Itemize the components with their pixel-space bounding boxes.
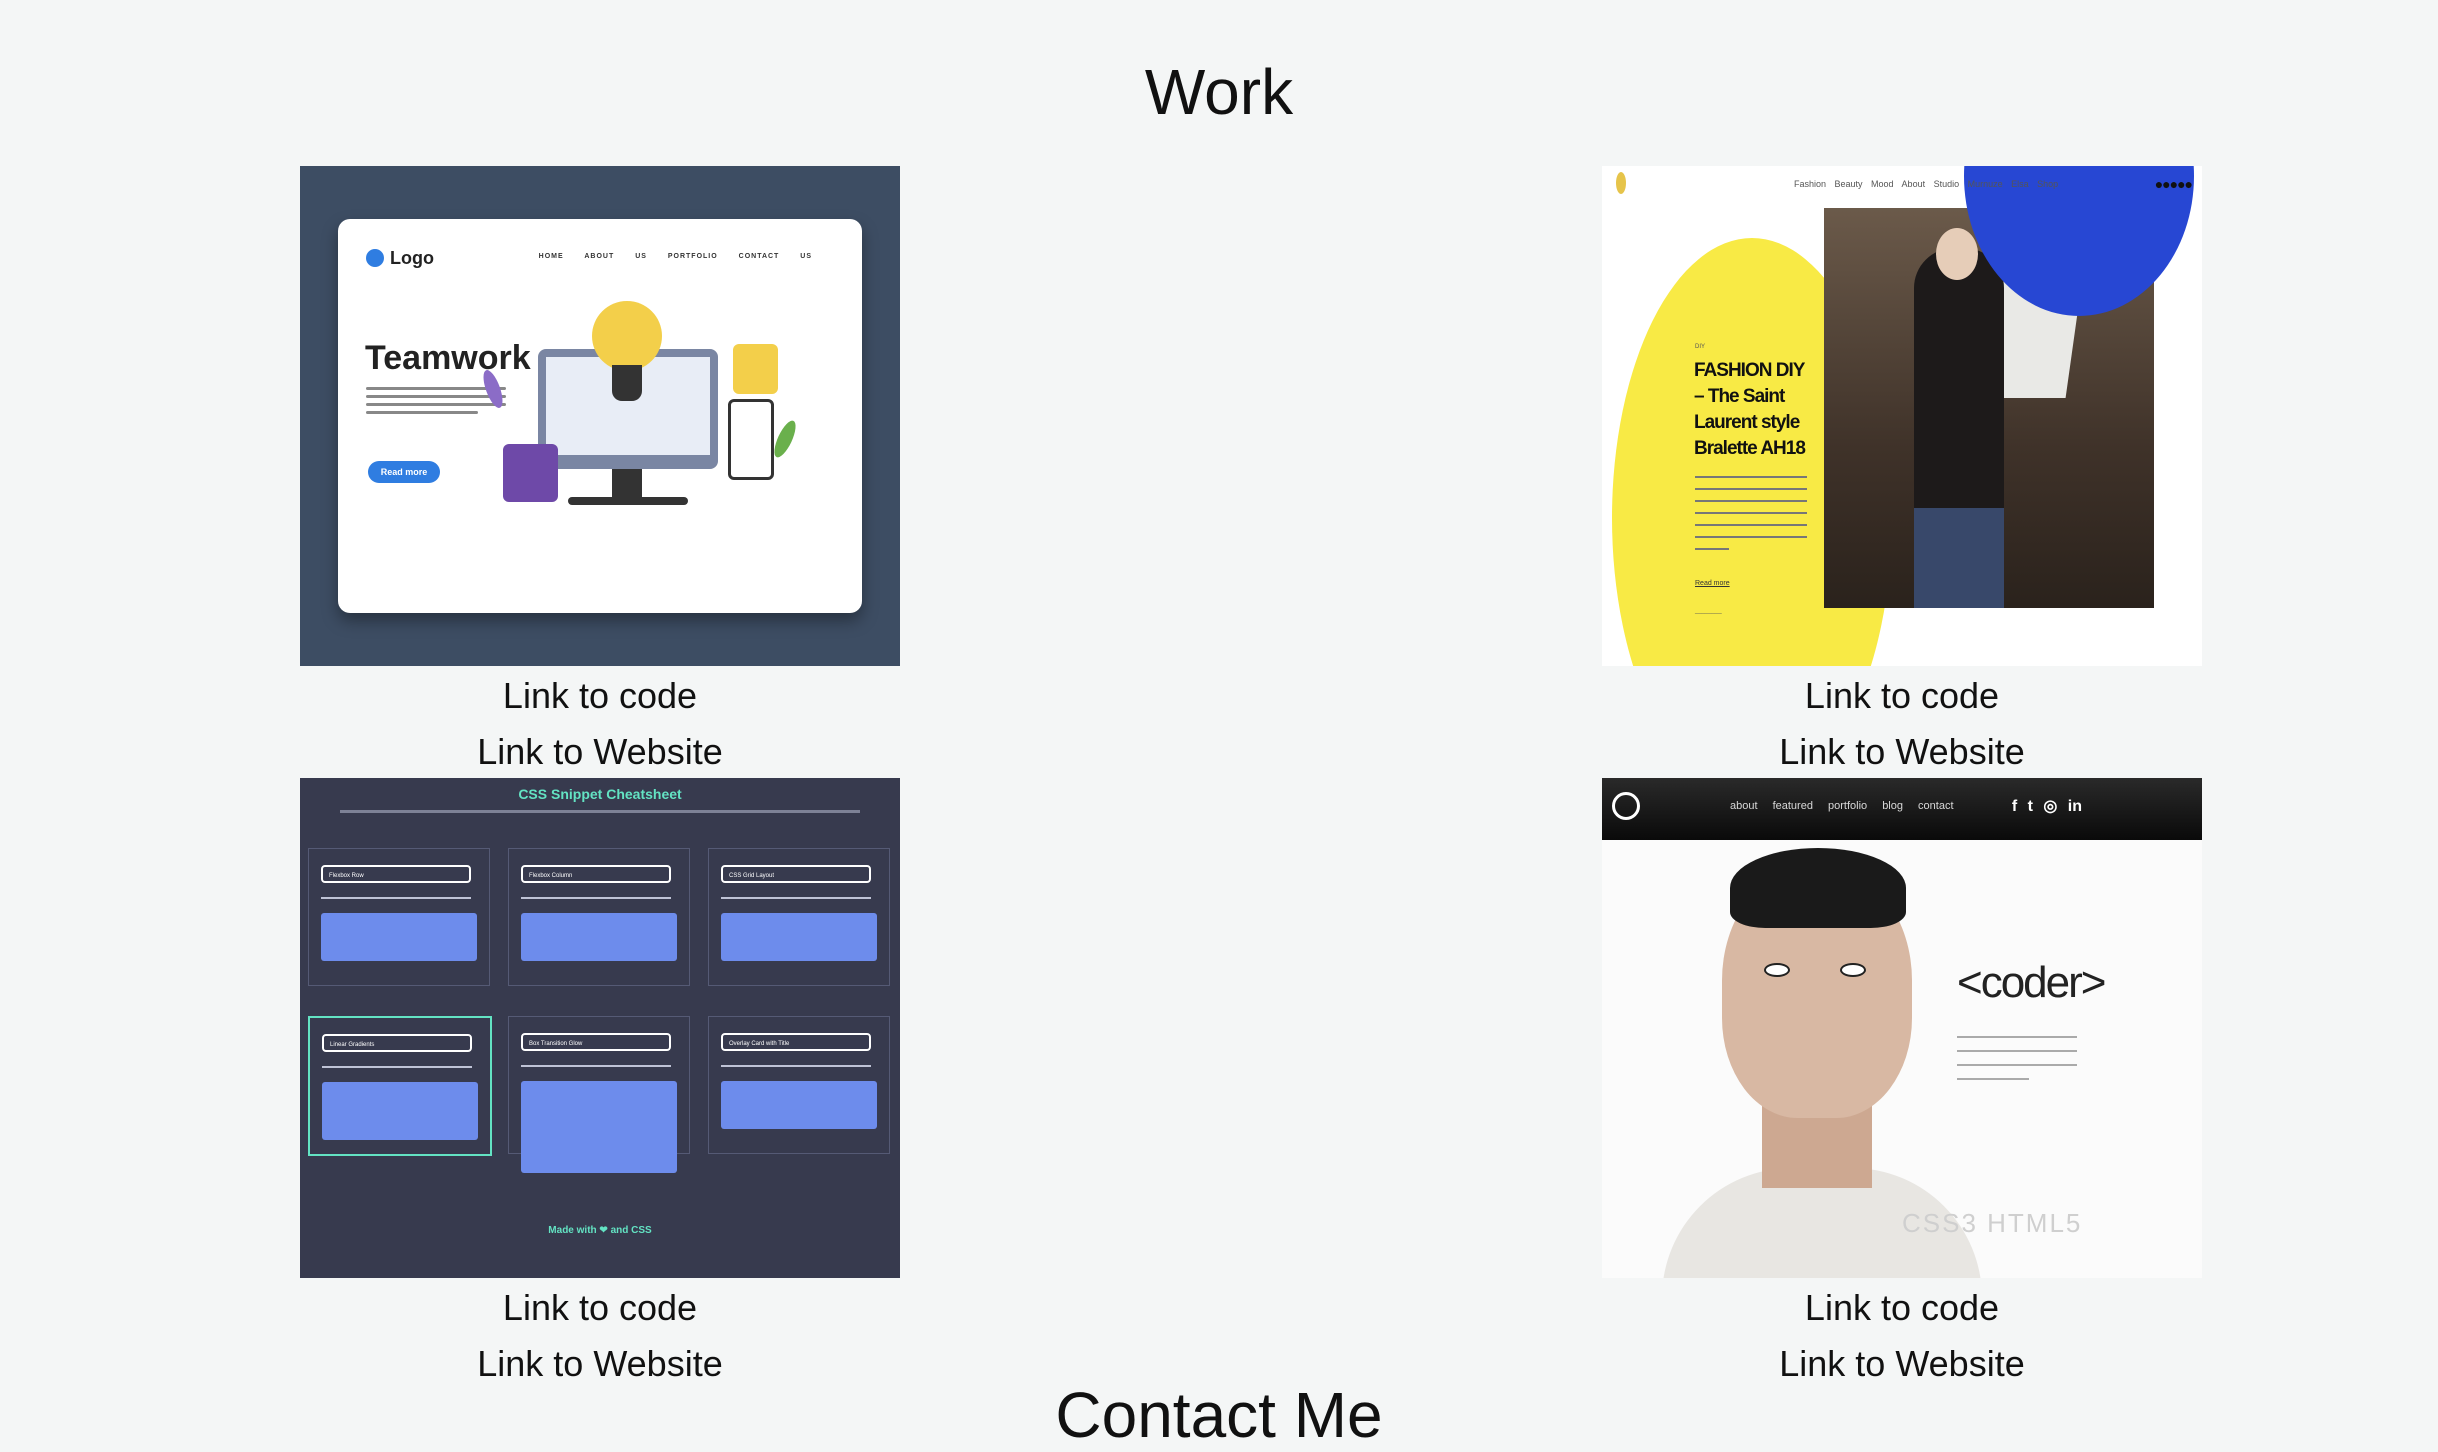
project-thumbnail[interactable]: Fashion Beauty Mood About Studio Murnuze… bbox=[1602, 166, 2202, 666]
social-icons: ●●●●● bbox=[2154, 176, 2193, 192]
project-links: Link to code Link to Website bbox=[1602, 668, 2202, 780]
project-thumbnail[interactable]: CSS Snippet Cheatsheet Flexbox Row Flexb… bbox=[300, 778, 900, 1278]
project-links: Link to code Link to Website bbox=[300, 668, 900, 780]
leaf-icon bbox=[770, 417, 800, 461]
snippet-card: Box Transition Glow bbox=[508, 1016, 690, 1173]
mockup-footer: Made with ❤ and CSS bbox=[548, 1225, 652, 1236]
puzzle-piece-icon bbox=[503, 444, 558, 502]
project-thumbnail[interactable]: about featured portfolio blog contact f … bbox=[1602, 778, 2202, 1278]
mockup-headline: FASHION DIY – The Saint Laurent style Br… bbox=[1694, 360, 1806, 459]
mockup-brand: <coder> bbox=[1957, 958, 2106, 1007]
project-links: Link to code Link to Website bbox=[300, 1280, 900, 1392]
next-section-title: Contact Me bbox=[1055, 1379, 1383, 1451]
mockup-read-more-button: Read more bbox=[368, 461, 440, 483]
eye-icon bbox=[1764, 963, 1790, 977]
logo-icon bbox=[366, 249, 384, 267]
snippet-card: Linear Gradients bbox=[308, 1016, 492, 1156]
mockup-text-lines bbox=[1695, 476, 1807, 560]
project-card: Fashion Beauty Mood About Studio Murnuze… bbox=[1602, 166, 2202, 780]
mockup-nav: Fashion Beauty Mood About Studio Murnuze… bbox=[1794, 179, 2059, 189]
mockup-category: DIY bbox=[1695, 344, 1706, 350]
project-links: Link to code Link to Website bbox=[1602, 1280, 2202, 1392]
mockup-text-lines bbox=[366, 387, 506, 419]
mockup-date: ________ bbox=[1695, 608, 1722, 614]
mockup-headline: Teamwork bbox=[365, 339, 531, 377]
project-card: CSS Snippet Cheatsheet Flexbox Row Flexb… bbox=[300, 778, 900, 1392]
portrait-hair bbox=[1730, 848, 1906, 928]
anarchy-logo-icon bbox=[1612, 792, 1640, 820]
snippet-card: Overlay Card with Title bbox=[708, 1016, 890, 1154]
snippet-card: Flexbox Column bbox=[508, 848, 690, 986]
snippet-card: Flexbox Row bbox=[308, 848, 490, 986]
social-icons: f t ◎ in bbox=[2011, 798, 2082, 815]
section-title: Work bbox=[1144, 56, 1294, 128]
project-card: Logo HOME ABOUT US PORTFOLIO CONTACT US … bbox=[300, 166, 900, 780]
lightbulb-icon bbox=[592, 301, 662, 371]
project-card: about featured portfolio blog contact f … bbox=[1602, 778, 2202, 1392]
mockup-title: CSS Snippet Cheatsheet bbox=[518, 786, 682, 802]
mockup-panel: Logo HOME ABOUT US PORTFOLIO CONTACT US … bbox=[338, 219, 862, 613]
mockup-navbar: about featured portfolio blog contact f … bbox=[1602, 778, 2202, 840]
site-logo-icon bbox=[1616, 172, 1626, 194]
phone-illustration bbox=[728, 399, 774, 480]
link-to-website[interactable]: Link to Website bbox=[300, 724, 900, 780]
eye-icon bbox=[1840, 963, 1866, 977]
link-to-code[interactable]: Link to code bbox=[300, 668, 900, 724]
link-to-code[interactable]: Link to code bbox=[300, 1280, 900, 1336]
mockup-text-lines bbox=[1957, 1036, 2077, 1092]
mockup-menu: about featured portfolio blog contact bbox=[1730, 800, 1954, 812]
puzzle-piece-icon bbox=[733, 344, 778, 394]
project-thumbnail[interactable]: Logo HOME ABOUT US PORTFOLIO CONTACT US … bbox=[300, 166, 900, 666]
mockup-logo: Logo bbox=[390, 248, 434, 268]
snippet-card: CSS Grid Layout bbox=[708, 848, 890, 986]
mockup-nav: HOME ABOUT US PORTFOLIO CONTACT US bbox=[538, 253, 812, 260]
mockup-watermark: CSS3 HTML5 bbox=[1902, 1208, 2083, 1238]
link-to-code[interactable]: Link to code bbox=[1602, 668, 2202, 724]
mockup-read-more: Read more bbox=[1695, 580, 1730, 587]
link-to-website[interactable]: Link to Website bbox=[1602, 724, 2202, 780]
link-to-code[interactable]: Link to code bbox=[1602, 1280, 2202, 1336]
